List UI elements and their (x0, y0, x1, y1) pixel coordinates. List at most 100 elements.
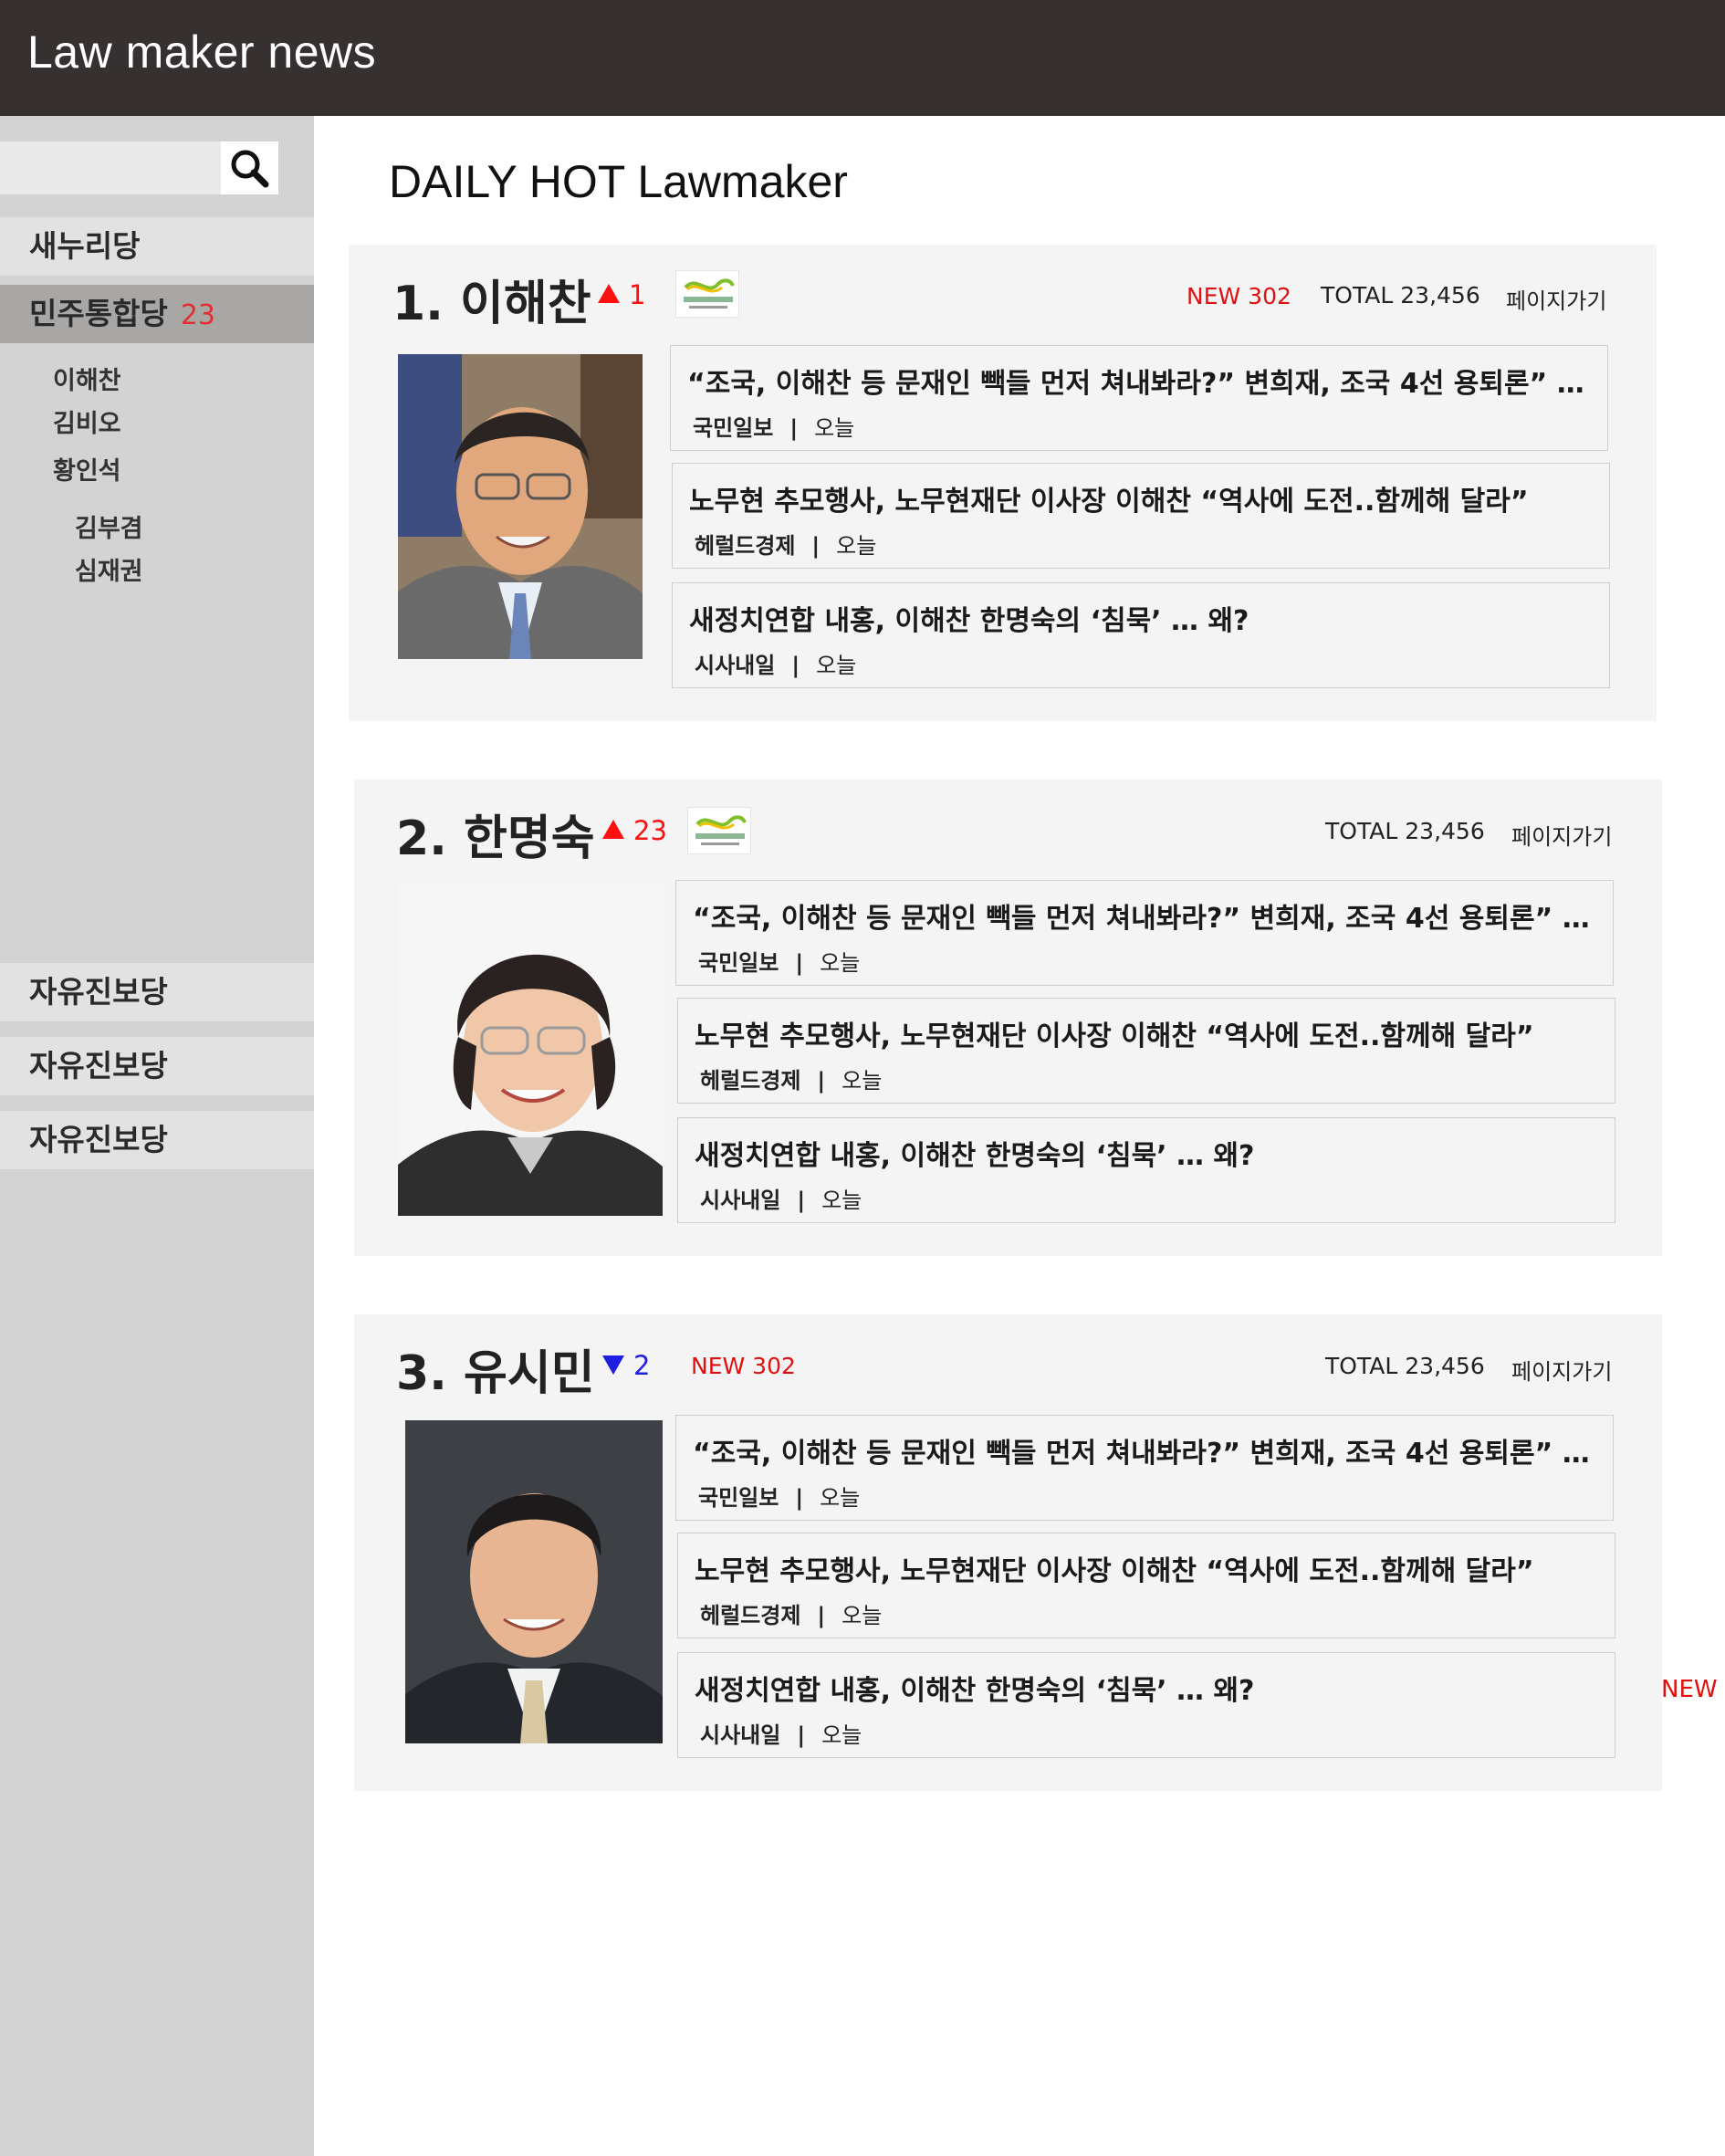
total-count: TOTAL 23,456 (1321, 282, 1480, 309)
news-title[interactable]: 새정치연합 내홍, 이해찬 한명숙의 ‘침묵’ … 왜? (689, 598, 1249, 638)
sidebar-item-label: 자유진보당 (29, 974, 168, 1010)
news-item[interactable]: 노무현 추모행사, 노무현재단 이사장 이해찬 “역사에 도전..함께해 달라”… (677, 1533, 1615, 1638)
news-date: 오늘 (821, 1722, 862, 1748)
news-title[interactable]: 새정치연합 내홍, 이해찬 한명숙의 ‘침묵’ … 왜? (695, 1133, 1254, 1173)
sidebar-member[interactable]: 이해찬 (53, 361, 121, 396)
portrait-icon (398, 354, 643, 659)
news-separator: | (791, 653, 800, 678)
party-logo-mark-icon (695, 815, 747, 845)
rank-change: 1 (598, 279, 645, 310)
news-separator: | (795, 950, 804, 976)
news-title[interactable]: 새정치연합 내홍, 이해찬 한명숙의 ‘침묵’ … 왜? (695, 1668, 1254, 1708)
sidebar-submember[interactable]: 김부겸 (75, 508, 143, 544)
news-meta: 헤럴드경제 | 오늘 (700, 1062, 882, 1094)
total-count: TOTAL 23,456 (1325, 1353, 1485, 1379)
sidebar: 새누리당 민주통합당 23 이해찬 김비오 황인석 김부겸 심재권 자유진보당 자… (0, 116, 314, 2156)
lawmaker-photo (398, 354, 643, 659)
triangle-up-icon (598, 284, 620, 303)
news-title[interactable]: 노무현 추모행사, 노무현재단 이사장 이해찬 “역사에 도전..함께해 달라” (689, 478, 1529, 518)
news-source: 국민일보 (698, 950, 779, 976)
portrait-icon (398, 882, 663, 1216)
new-count: NEW 302 (691, 1353, 796, 1379)
lawmaker-rank-name[interactable]: 3. 유시민 (396, 1334, 595, 1403)
search-button[interactable] (221, 141, 278, 194)
news-date: 오늘 (842, 1603, 883, 1628)
sidebar-item-jayu-1[interactable]: 자유진보당 (0, 963, 314, 1021)
news-title[interactable]: “조국, 이해찬 등 문재인 빽들 먼저 쳐내봐라?” 변희재, 조국 4선 용… (693, 1430, 1590, 1470)
news-separator: | (797, 1722, 806, 1748)
party-logo (687, 807, 751, 854)
new-count-overflow: NEW 3 (1661, 1676, 1725, 1703)
news-date: 오늘 (821, 1188, 862, 1213)
lawmaker-rank-name[interactable]: 2. 한명숙 (396, 800, 595, 868)
news-source: 헤럴드경제 (700, 1603, 801, 1628)
news-source: 국민일보 (698, 1485, 779, 1511)
news-separator: | (817, 1603, 826, 1628)
sidebar-submember[interactable]: 심재권 (75, 551, 143, 587)
news-item[interactable]: “조국, 이해찬 등 문재인 빽들 먼저 쳐내봐라?” 변희재, 조국 4선 용… (675, 1415, 1614, 1521)
triangle-up-icon (602, 820, 624, 839)
sidebar-item-count: 23 (180, 299, 215, 331)
page-link[interactable]: 페이지가기 (1506, 283, 1606, 315)
sidebar-item-minjoo[interactable]: 민주통합당 23 (0, 285, 314, 343)
news-separator: | (789, 415, 799, 441)
news-date: 오늘 (816, 653, 857, 678)
sidebar-item-label: 민주통합당 (29, 296, 168, 331)
news-separator: | (795, 1485, 804, 1511)
page-title: DAILY HOT Lawmaker (389, 156, 848, 207)
news-date: 오늘 (814, 415, 855, 441)
news-meta: 시사내일 | 오늘 (700, 1182, 862, 1214)
news-date: 오늘 (836, 533, 877, 559)
news-source: 국민일보 (693, 415, 774, 441)
news-separator: | (797, 1188, 806, 1213)
page-link[interactable]: 페이지가기 (1511, 1354, 1612, 1386)
page-link[interactable]: 페이지가기 (1511, 819, 1612, 851)
news-item[interactable]: 노무현 추모행사, 노무현재단 이사장 이해찬 “역사에 도전..함께해 달라”… (672, 463, 1610, 569)
news-source: 시사내일 (700, 1722, 781, 1748)
news-title[interactable]: 노무현 추모행사, 노무현재단 이사장 이해찬 “역사에 도전..함께해 달라” (695, 1548, 1534, 1588)
sidebar-item-label: 새누리당 (29, 228, 141, 264)
news-meta: 헤럴드경제 | 오늘 (700, 1597, 882, 1629)
search-icon (231, 150, 269, 188)
triangle-down-icon (602, 1355, 624, 1375)
sidebar-item-jayu-2[interactable]: 자유진보당 (0, 1037, 314, 1095)
news-meta: 국민일보 | 오늘 (698, 1480, 860, 1512)
news-meta: 시사내일 | 오늘 (700, 1717, 862, 1749)
app-title: Law maker news (27, 26, 377, 78)
news-title[interactable]: “조국, 이해찬 등 문재인 빽들 먼저 쳐내봐라?” 변희재, 조국 4선 용… (687, 361, 1584, 401)
news-meta: 시사내일 | 오늘 (695, 647, 856, 679)
sidebar-member[interactable]: 황인석 (53, 451, 121, 487)
news-item[interactable]: “조국, 이해찬 등 문재인 빽들 먼저 쳐내봐라?” 변희재, 조국 4선 용… (675, 880, 1614, 986)
news-item[interactable]: 새정치연합 내홍, 이해찬 한명숙의 ‘침묵’ … 왜? 시사내일 | 오늘 (677, 1117, 1615, 1223)
sidebar-item-label: 자유진보당 (29, 1122, 168, 1157)
news-title[interactable]: “조국, 이해찬 등 문재인 빽들 먼저 쳐내봐라?” 변희재, 조국 4선 용… (693, 895, 1590, 936)
sidebar-item-label: 자유진보당 (29, 1048, 168, 1083)
lawmaker-rank-name[interactable]: 1. 이해찬 (392, 265, 591, 333)
news-date: 오늘 (820, 950, 861, 976)
news-meta: 국민일보 | 오늘 (698, 945, 860, 977)
party-logo (675, 270, 739, 318)
total-count: TOTAL 23,456 (1325, 818, 1485, 844)
news-source: 시사내일 (700, 1188, 781, 1213)
news-item[interactable]: 새정치연합 내홍, 이해찬 한명숙의 ‘침묵’ … 왜? 시사내일 | 오늘 (672, 582, 1610, 688)
news-item[interactable]: 노무현 추모행사, 노무현재단 이사장 이해찬 “역사에 도전..함께해 달라”… (677, 998, 1615, 1104)
party-logo-mark-icon (684, 278, 735, 309)
sidebar-item-jayu-3[interactable]: 자유진보당 (0, 1111, 314, 1169)
news-meta: 국민일보 | 오늘 (693, 410, 854, 442)
top-bar: Law maker news (0, 0, 1725, 116)
news-source: 헤럴드경제 (700, 1068, 801, 1094)
news-title[interactable]: 노무현 추모행사, 노무현재단 이사장 이해찬 “역사에 도전..함께해 달라” (695, 1013, 1534, 1053)
new-count: NEW 302 (1187, 283, 1291, 309)
news-item[interactable]: 새정치연합 내홍, 이해찬 한명숙의 ‘침묵’ … 왜? 시사내일 | 오늘 (677, 1652, 1615, 1758)
rank-change: 23 (602, 815, 667, 846)
lawmaker-photo (398, 882, 663, 1216)
news-date: 오늘 (842, 1068, 883, 1094)
sidebar-item-saenuri[interactable]: 새누리당 (0, 217, 314, 276)
sidebar-member[interactable]: 김비오 (53, 403, 121, 439)
news-separator: | (817, 1068, 826, 1094)
news-source: 시사내일 (695, 653, 776, 678)
news-item[interactable]: “조국, 이해찬 등 문재인 빽들 먼저 쳐내봐라?” 변희재, 조국 4선 용… (670, 345, 1608, 451)
lawmaker-photo (405, 1420, 663, 1743)
news-meta: 헤럴드경제 | 오늘 (695, 528, 876, 560)
rank-change: 2 (602, 1350, 650, 1381)
